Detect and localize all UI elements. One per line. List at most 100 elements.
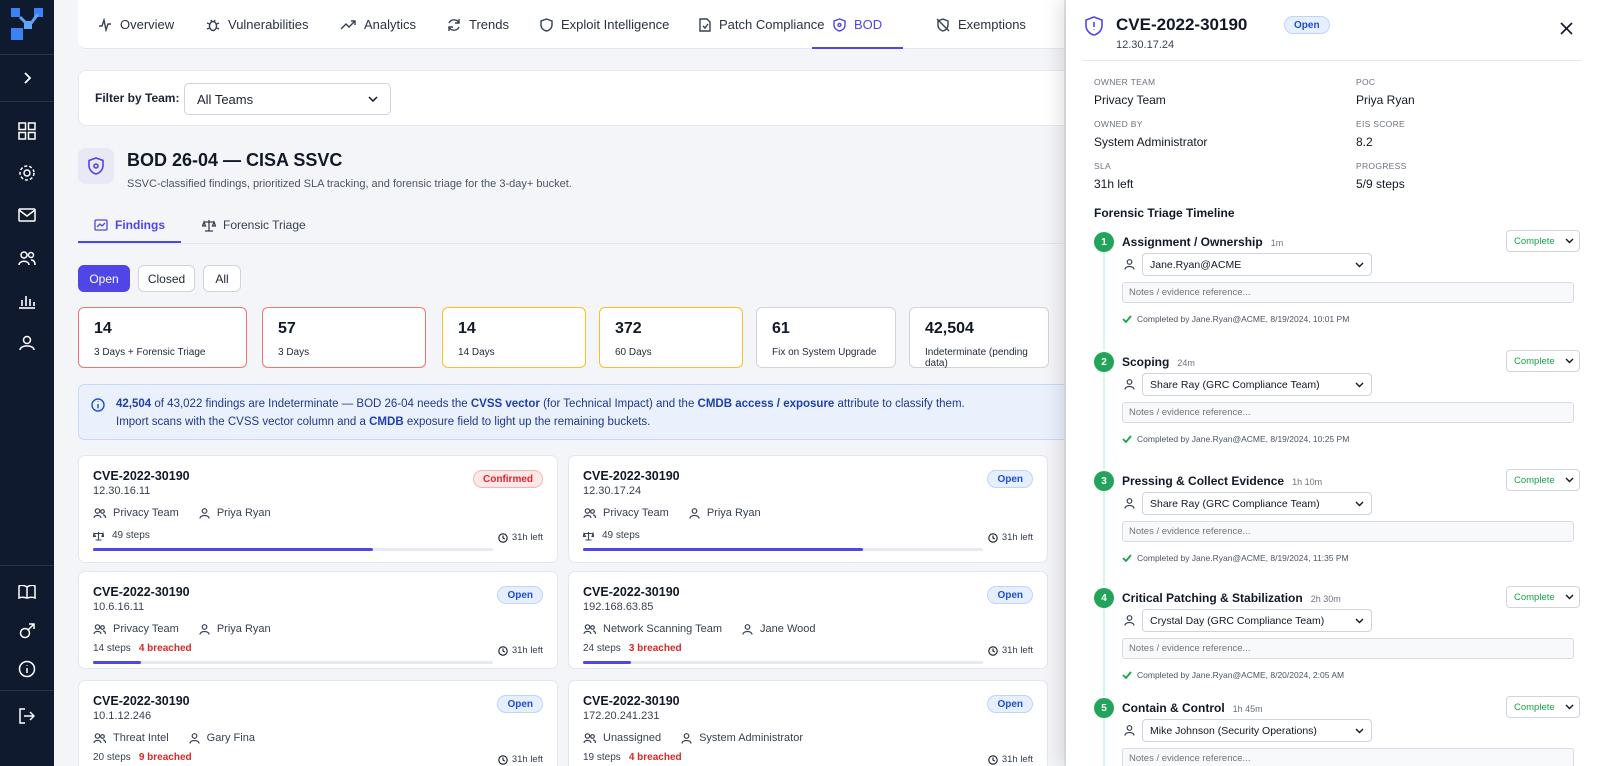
stat-card[interactable]: 14 14 Days bbox=[442, 307, 586, 368]
progress-bar bbox=[583, 661, 983, 664]
finding-meta: Network Scanning Team Jane Wood bbox=[583, 623, 815, 635]
filter-closed-button[interactable]: Closed bbox=[138, 265, 195, 292]
tab-exploit-intelligence[interactable]: Exploit Intelligence bbox=[540, 0, 669, 49]
timeline-connector bbox=[1103, 718, 1105, 766]
team-filter-select[interactable]: All Teams bbox=[184, 83, 391, 115]
filter-all-button[interactable]: All bbox=[203, 265, 241, 292]
step-title: Assignment / Ownership 1m bbox=[1122, 235, 1283, 249]
subtab-findings[interactable]: Findings bbox=[78, 207, 181, 243]
settings-icon[interactable] bbox=[13, 159, 41, 187]
info-keyword: CMDB bbox=[369, 416, 404, 428]
app-logo[interactable] bbox=[9, 6, 45, 42]
owner-name: Priya Ryan bbox=[706, 507, 761, 519]
tab-patch-compliance[interactable]: Patch Compliance bbox=[699, 0, 825, 49]
assignee-select[interactable]: Jane.Ryan@ACME bbox=[1142, 253, 1372, 276]
step-status-select[interactable]: Complete bbox=[1506, 696, 1580, 718]
owner-field: Priya Ryan bbox=[199, 623, 271, 635]
completed-note: Completed by Jane.Ryan@ACME, 8/19/2024, … bbox=[1122, 314, 1349, 324]
filter-open-button[interactable]: Open bbox=[78, 265, 130, 292]
tab-bod[interactable]: BOD bbox=[812, 0, 904, 49]
status-badge: Open bbox=[987, 470, 1033, 488]
finding-steps: 24 steps 3 breached bbox=[583, 643, 682, 654]
finding-card[interactable]: CVE-2022-30190 192.168.63.85 Open Network S… bbox=[568, 571, 1048, 669]
stat-card[interactable]: 61 Fix on System Upgrade bbox=[756, 307, 896, 368]
finding-card[interactable]: CVE-2022-30190 10.6.16.11 Open Privacy Team… bbox=[78, 571, 558, 669]
expand-sidebar-icon[interactable] bbox=[13, 64, 41, 92]
subtab-forensic-triage[interactable]: Forensic Triage bbox=[202, 207, 306, 243]
profile-icon[interactable] bbox=[13, 329, 41, 357]
mail-icon[interactable] bbox=[13, 201, 41, 229]
team-icon bbox=[93, 623, 106, 635]
notes-input[interactable] bbox=[1122, 748, 1574, 766]
sla-text: 31h left bbox=[511, 645, 543, 656]
info-icon[interactable] bbox=[13, 655, 41, 683]
team-name: Privacy Team bbox=[603, 507, 669, 519]
tab-trends[interactable]: Trends bbox=[447, 0, 509, 49]
notes-input[interactable] bbox=[1122, 638, 1574, 659]
chevron-down-icon bbox=[1565, 594, 1574, 600]
tab-vulnerabilities[interactable]: Vulnerabilities bbox=[206, 0, 308, 49]
step-status: Complete bbox=[1514, 355, 1555, 367]
step-title: Pressing & Collect Evidence 1h 10m bbox=[1122, 474, 1322, 488]
tab-label: Vulnerabilities bbox=[228, 17, 309, 32]
field-value: 8.2 bbox=[1356, 135, 1373, 149]
chevron-down-icon bbox=[1355, 501, 1364, 507]
check-icon bbox=[1122, 671, 1132, 679]
finding-cve: CVE-2022-30190 bbox=[583, 585, 680, 599]
sidebar bbox=[0, 0, 54, 766]
finding-card[interactable]: CVE-2022-30190 172.20.241.231 Open Unassign… bbox=[568, 680, 1048, 766]
stat-card[interactable]: 57 3 Days bbox=[262, 307, 426, 368]
tab-overview[interactable]: Overview bbox=[98, 0, 174, 49]
tab-exemptions[interactable]: Exemptions bbox=[936, 0, 1026, 49]
stat-card[interactable]: 372 60 Days bbox=[599, 307, 743, 368]
dashboard-icon[interactable] bbox=[13, 117, 41, 145]
finding-cve: CVE-2022-30190 bbox=[93, 585, 190, 599]
subtab-label: Forensic Triage bbox=[223, 218, 306, 232]
steps-count: 14 steps bbox=[93, 643, 131, 654]
step-number: 2 bbox=[1094, 352, 1114, 372]
progress-bar bbox=[93, 661, 493, 664]
timeline-connector bbox=[1103, 608, 1105, 696]
notes-input[interactable] bbox=[1122, 521, 1574, 542]
check-icon bbox=[1122, 554, 1132, 562]
finding-card[interactable]: CVE-2022-30190 12.30.16.11 Confirmed Privac… bbox=[78, 455, 558, 563]
logout-icon[interactable] bbox=[13, 702, 41, 730]
step-title-text: Assignment / Ownership bbox=[1122, 235, 1263, 249]
step-status-select[interactable]: Complete bbox=[1506, 469, 1580, 491]
step-status-select[interactable]: Complete bbox=[1506, 586, 1580, 608]
assignee-select[interactable]: Share Ray (GRC Compliance Team) bbox=[1142, 373, 1372, 396]
filter-label: Filter by Team: bbox=[95, 91, 180, 105]
assignee-value: Crystal Day (GRC Compliance Team) bbox=[1150, 614, 1325, 627]
notes-input[interactable] bbox=[1122, 402, 1574, 423]
person-icon bbox=[1124, 498, 1135, 509]
chevron-down-icon bbox=[1565, 358, 1574, 364]
book-icon[interactable] bbox=[13, 578, 41, 606]
main-content: Overview Vulnerabilities Analytics Trend… bbox=[54, 0, 1064, 766]
close-icon[interactable] bbox=[1556, 18, 1576, 38]
stat-card[interactable]: 42,504 Indeterminate (pending data) bbox=[909, 307, 1049, 369]
notes-input[interactable] bbox=[1122, 282, 1574, 303]
step-title: Contain & Control 1h 45m bbox=[1122, 701, 1263, 715]
finding-steps: 49 steps bbox=[93, 530, 158, 541]
finding-card[interactable]: CVE-2022-30190 10.1.12.246 Open Threat Inte… bbox=[78, 680, 558, 766]
assignee-select[interactable]: Crystal Day (GRC Compliance Team) bbox=[1142, 609, 1372, 632]
reports-icon[interactable] bbox=[13, 287, 41, 315]
assignee-select[interactable]: Mike Johnson (Security Operations) bbox=[1142, 719, 1372, 742]
integrations-icon[interactable] bbox=[13, 617, 41, 645]
page-subtitle: SSVC-classified findings, prioritized SL… bbox=[127, 178, 572, 190]
chevron-down-icon bbox=[1565, 477, 1574, 483]
check-icon bbox=[1122, 435, 1132, 443]
tab-analytics[interactable]: Analytics bbox=[340, 0, 416, 49]
person-icon bbox=[1124, 379, 1135, 390]
subtab-divider bbox=[78, 243, 1064, 244]
steps-count: 49 steps bbox=[602, 530, 640, 541]
field-label: PROGRESS bbox=[1356, 161, 1407, 171]
completed-note: Completed by Jane.Ryan@ACME, 8/20/2024, … bbox=[1122, 670, 1344, 680]
step-status-select[interactable]: Complete bbox=[1506, 230, 1580, 252]
step-status-select[interactable]: Complete bbox=[1506, 350, 1580, 372]
assignee-select[interactable]: Share Ray (GRC Compliance Team) bbox=[1142, 492, 1372, 515]
sla-remaining: 31h left bbox=[498, 532, 543, 543]
finding-card[interactable]: CVE-2022-30190 12.30.17.24 Open Privacy Tea… bbox=[568, 455, 1048, 563]
stat-card[interactable]: 14 3 Days + Forensic Triage bbox=[78, 307, 247, 368]
users-icon[interactable] bbox=[13, 244, 41, 272]
